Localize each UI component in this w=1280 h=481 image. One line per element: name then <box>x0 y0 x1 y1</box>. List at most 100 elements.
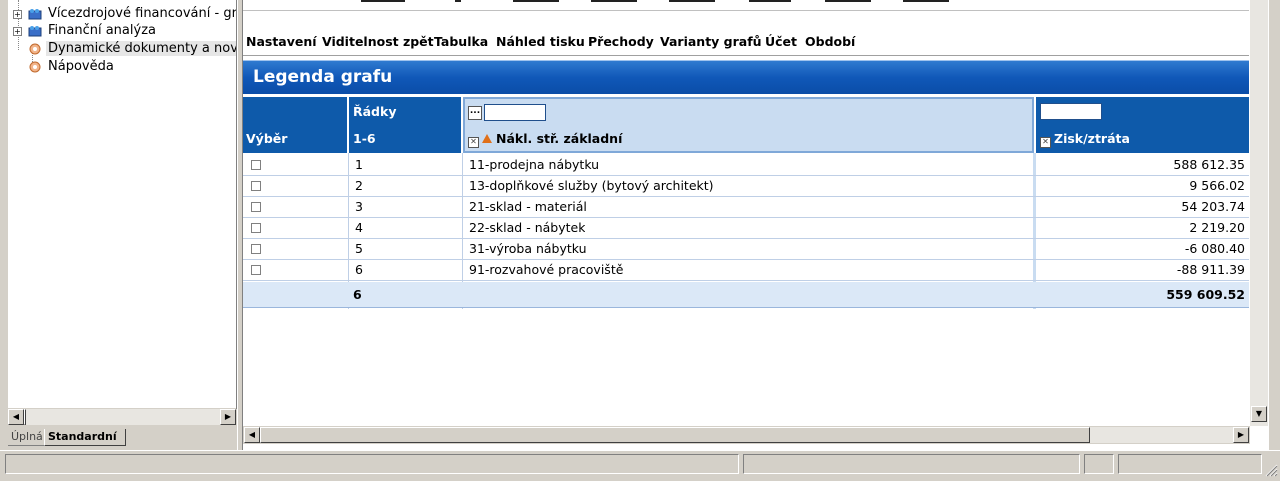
main-vertical-scrollbar[interactable]: ▼ <box>1250 0 1268 426</box>
status-segment <box>5 454 739 474</box>
navigation-panel: + Vícezdrojové financování - granty + Fi… <box>0 0 240 450</box>
row-select-checkbox[interactable] <box>251 265 261 275</box>
tree-item-financial-analysis[interactable]: + Finanční analýza <box>8 22 236 40</box>
row-number: 4 <box>355 220 363 235</box>
menu-period[interactable]: Období <box>805 34 855 49</box>
menu-table[interactable]: Tabulka <box>434 34 488 49</box>
row-select-checkbox[interactable] <box>251 223 261 233</box>
status-bar <box>0 450 1280 481</box>
row-number: 6 <box>355 262 363 277</box>
menu-visibility-back[interactable]: Viditelnost zpět <box>322 34 434 49</box>
tree-item-grants[interactable]: + Vícezdrojové financování - granty <box>8 5 236 23</box>
chart-tick <box>591 0 637 2</box>
chart-tick <box>455 0 461 2</box>
status-segment <box>743 454 1080 474</box>
chart-tick <box>669 0 715 2</box>
column-header-label: Výběr <box>246 131 288 146</box>
folder-group-icon <box>28 26 42 37</box>
menu-print-preview[interactable]: Náhled tisku <box>496 34 585 49</box>
table-row[interactable]: 1 11-prodejna nábytku 588 612.35 <box>243 155 1249 176</box>
row-number: 1 <box>355 157 363 172</box>
scrollbar-track[interactable] <box>24 409 220 425</box>
column-header-cost-center[interactable]: ... ✕ Nákl. stř. základní <box>463 97 1034 153</box>
legend-title: Legenda grafu <box>253 67 393 87</box>
chart-tick <box>361 0 405 2</box>
profit-filter-input[interactable] <box>1040 103 1102 120</box>
remove-column-icon[interactable]: ✕ <box>468 137 479 148</box>
row-select-checkbox[interactable] <box>251 181 261 191</box>
column-header-select[interactable]: Výběr <box>243 97 347 153</box>
row-range-label: 1-6 <box>353 131 376 146</box>
main-content: Nastavení Viditelnost zpět Tabulka Náhle… <box>243 0 1269 450</box>
column-title-cost-center[interactable]: ✕ Nákl. stř. základní <box>468 131 622 148</box>
status-segment <box>1084 454 1114 474</box>
menu-transitions[interactable]: Přechody <box>588 34 654 49</box>
cost-center-filter-input[interactable] <box>484 104 546 121</box>
row-number: 3 <box>355 199 363 214</box>
total-row: 6 559 609.52 <box>243 282 1249 308</box>
tree-item-label: Finanční analýza <box>48 23 156 38</box>
table-row[interactable]: 5 31-výroba nábytku -6 080.40 <box>243 239 1249 260</box>
profit-value: -88 911.39 <box>1176 262 1245 277</box>
divider <box>243 10 1249 11</box>
cost-center-name: 22-sklad - nábytek <box>469 220 586 235</box>
tab-full[interactable]: Úplná <box>8 429 44 446</box>
menu-bar: Nastavení Viditelnost zpět Tabulka Náhle… <box>243 32 1249 52</box>
row-select-checkbox[interactable] <box>251 202 261 212</box>
table-row[interactable]: 3 21-sklad - materiál 54 203.74 <box>243 197 1249 218</box>
scroll-down-icon[interactable]: ▼ <box>1251 406 1267 422</box>
navigation-tree: + Vícezdrojové financování - granty + Fi… <box>8 0 237 409</box>
tree-item-label: Dynamické dokumenty a novinky <box>46 41 236 56</box>
profit-value: 9 566.02 <box>1189 178 1245 193</box>
expand-icon[interactable]: + <box>13 27 22 36</box>
folder-group-icon <box>28 9 42 20</box>
document-gear-icon <box>29 43 41 55</box>
row-select-checkbox[interactable] <box>251 160 261 170</box>
column-header-label: Nákl. stř. základní <box>496 131 623 146</box>
row-select-checkbox[interactable] <box>251 244 261 254</box>
profit-value: 2 219.20 <box>1189 220 1245 235</box>
tree-horizontal-scrollbar[interactable]: ◀ ▶ <box>8 408 236 426</box>
scrollbar-track[interactable] <box>1250 0 1268 406</box>
total-count: 6 <box>353 287 362 302</box>
column-title-profit[interactable]: ✕ Zisk/ztráta <box>1040 131 1130 148</box>
column-header-rows[interactable]: Řádky 1-6 <box>349 97 461 153</box>
chart-tick <box>513 0 559 2</box>
cost-center-name: 11-prodejna nábytku <box>469 157 600 172</box>
cost-center-name: 31-výroba nábytku <box>469 241 587 256</box>
table-row[interactable]: 4 22-sklad - nábytek 2 219.20 <box>243 218 1249 239</box>
row-number: 5 <box>355 241 363 256</box>
scroll-left-icon[interactable]: ◀ <box>244 427 260 443</box>
row-number: 2 <box>355 178 363 193</box>
chart-remnant <box>243 0 1249 6</box>
ellipsis-button[interactable]: ... <box>468 106 482 120</box>
tree-item-label: Nápověda <box>48 59 114 74</box>
scroll-right-icon[interactable]: ▶ <box>220 409 236 425</box>
remove-column-icon[interactable]: ✕ <box>1040 137 1051 148</box>
menu-settings[interactable]: Nastavení <box>246 34 317 49</box>
table-row[interactable]: 6 91-rozvahové pracoviště -88 911.39 <box>243 260 1249 281</box>
scrollbar-track[interactable] <box>260 427 1233 443</box>
menu-chart-variants[interactable]: Varianty grafů <box>660 34 762 49</box>
divider <box>243 55 1249 56</box>
cost-center-name: 13-doplňkové služby (bytový architekt) <box>469 178 714 193</box>
tab-standard[interactable]: Standardní <box>44 429 126 446</box>
scrollbar-thumb[interactable] <box>260 427 1090 443</box>
tree-item-help[interactable]: Nápověda <box>8 58 236 76</box>
profit-value: 54 203.74 <box>1181 199 1245 214</box>
expand-icon[interactable]: + <box>13 10 22 19</box>
main-horizontal-scrollbar[interactable]: ◀ ▶ <box>243 426 1250 444</box>
scroll-left-icon[interactable]: ◀ <box>8 409 24 425</box>
table-row[interactable]: 2 13-doplňkové služby (bytový architekt)… <box>243 176 1249 197</box>
tree-item-dynamic-documents[interactable]: Dynamické dokumenty a novinky <box>8 40 236 58</box>
column-header-profit[interactable]: ✕ Zisk/ztráta <box>1036 97 1249 153</box>
status-segment <box>1118 454 1262 474</box>
menu-account[interactable]: Účet <box>765 34 797 49</box>
legend-header: Legenda grafu <box>243 60 1249 94</box>
column-header-label: Řádky <box>353 104 397 119</box>
sort-ascending-icon[interactable] <box>482 134 492 143</box>
scrollbar-thumb[interactable] <box>24 409 26 425</box>
scroll-right-icon[interactable]: ▶ <box>1233 427 1249 443</box>
chart-tick <box>903 0 949 2</box>
resize-grip-icon[interactable] <box>1264 463 1278 477</box>
